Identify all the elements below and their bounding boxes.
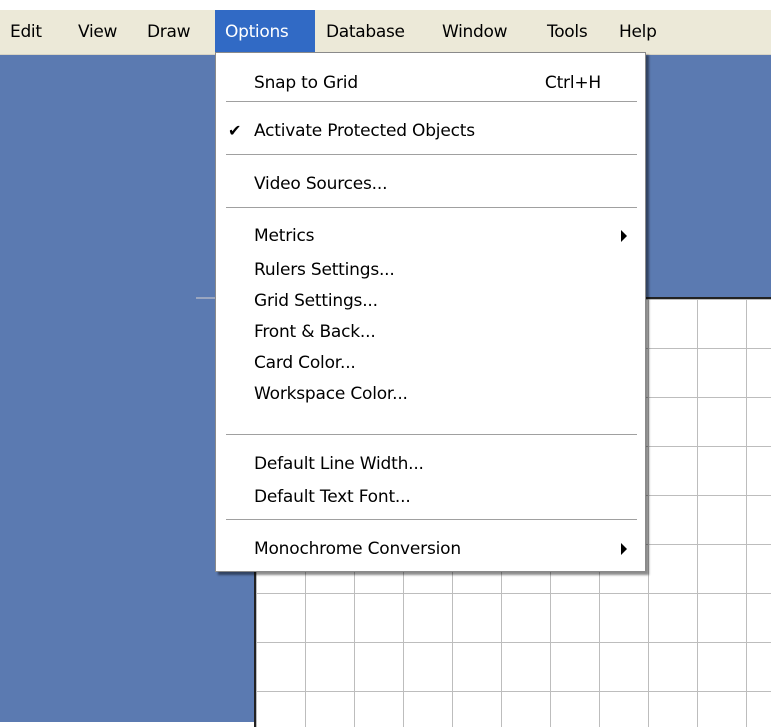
menu-draw[interactable]: Draw [137, 10, 200, 54]
monochrome-conversion-label: Monochrome Conversion [254, 539, 461, 559]
rulers-settings-label: Rulers Settings... [254, 260, 395, 280]
menu-item-metrics[interactable]: Metrics [216, 220, 645, 252]
menu-item-rulers-settings[interactable]: Rulers Settings... [216, 254, 645, 286]
menu-separator [226, 101, 637, 103]
menu-separator [226, 154, 637, 156]
grid-settings-label: Grid Settings... [254, 291, 378, 311]
submenu-arrow-icon [621, 230, 627, 242]
menu-separator [226, 434, 637, 436]
menu-item-grid-settings[interactable]: Grid Settings... [216, 285, 645, 317]
snap-to-grid-label: Snap to Grid [254, 73, 358, 93]
metrics-label: Metrics [254, 226, 315, 246]
menu-edit[interactable]: Edit [0, 10, 52, 54]
menu-item-card-color[interactable]: Card Color... [216, 347, 645, 379]
menu-item-activate-protected-objects[interactable]: ✔ Activate Protected Objects [216, 115, 645, 147]
menu-bar: Edit View Draw Options Database Window T… [0, 10, 771, 55]
ruler-guide [196, 297, 216, 299]
menu-window[interactable]: Window [432, 10, 517, 54]
menu-item-video-sources[interactable]: Video Sources... [216, 168, 645, 200]
menu-options[interactable]: Options [215, 10, 315, 52]
activate-protected-objects-label: Activate Protected Objects [254, 121, 475, 141]
options-dropdown-menu: Snap to Grid Ctrl+H ✔ Activate Protected… [215, 52, 646, 572]
menu-view[interactable]: View [68, 10, 127, 54]
snap-to-grid-shortcut: Ctrl+H [544, 73, 601, 93]
video-sources-label: Video Sources... [254, 174, 388, 194]
front-back-label: Front & Back... [254, 322, 376, 342]
submenu-arrow-icon [621, 543, 627, 555]
menu-item-default-line-width[interactable]: Default Line Width... [216, 448, 645, 480]
card-color-label: Card Color... [254, 353, 356, 373]
menu-item-front-back[interactable]: Front & Back... [216, 316, 645, 348]
workspace-color-label: Workspace Color... [254, 384, 408, 404]
menu-item-default-text-font[interactable]: Default Text Font... [216, 481, 645, 513]
default-text-font-label: Default Text Font... [254, 487, 411, 507]
menu-item-snap-to-grid[interactable]: Snap to Grid Ctrl+H [216, 67, 645, 99]
menu-help[interactable]: Help [609, 10, 667, 54]
menu-database[interactable]: Database [316, 10, 415, 54]
menu-item-monochrome-conversion[interactable]: Monochrome Conversion [216, 533, 645, 565]
menu-item-workspace-color[interactable]: Workspace Color... [216, 378, 645, 410]
menu-tools[interactable]: Tools [537, 10, 597, 54]
menu-separator [226, 207, 637, 209]
menu-separator [226, 519, 637, 521]
checkmark-icon: ✔ [228, 121, 242, 140]
window-top-strip [0, 0, 771, 10]
default-line-width-label: Default Line Width... [254, 454, 424, 474]
